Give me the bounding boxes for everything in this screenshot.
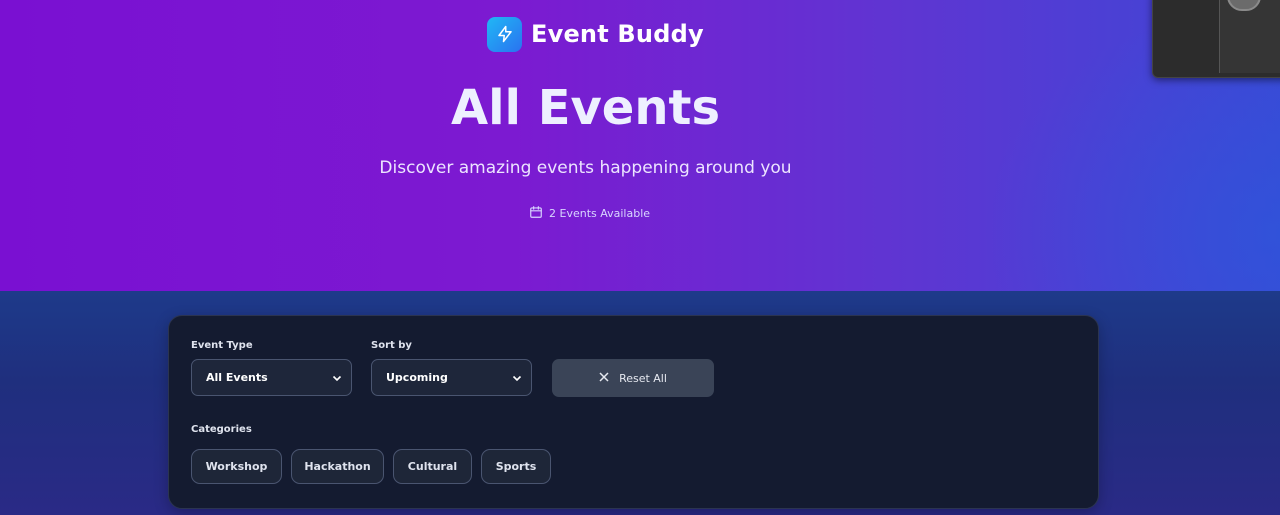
sort-by-select[interactable]: Upcoming xyxy=(371,359,532,396)
category-chip-hackathon[interactable]: Hackathon xyxy=(291,449,384,484)
events-count-text: 2 Events Available xyxy=(549,207,651,220)
reset-all-button[interactable]: Reset All xyxy=(552,359,714,397)
event-type-value: All Events xyxy=(206,371,268,384)
category-chip-workshop[interactable]: Workshop xyxy=(191,449,282,484)
calendar-icon xyxy=(529,205,543,222)
filter-panel: Event Type All Events Sort by Upcoming R… xyxy=(168,315,1099,509)
category-chip-cultural[interactable]: Cultural xyxy=(393,449,472,484)
video-overlay-window[interactable] xyxy=(1152,0,1280,78)
category-chip-sports[interactable]: Sports xyxy=(481,449,551,484)
lightning-icon xyxy=(487,16,522,52)
categories-label: Categories xyxy=(191,424,252,435)
event-type-label: Event Type xyxy=(191,340,253,351)
chevron-down-icon xyxy=(512,373,522,386)
brand-name: Event Buddy xyxy=(531,20,704,48)
page-title: All Events xyxy=(450,80,721,136)
events-count: 2 Events Available xyxy=(529,205,650,222)
chevron-down-icon xyxy=(332,373,342,386)
reset-all-label: Reset All xyxy=(619,371,667,385)
brand[interactable]: Event Buddy xyxy=(487,16,704,52)
sort-by-label: Sort by xyxy=(371,340,412,351)
video-overlay-pane xyxy=(1219,0,1280,73)
event-type-select[interactable]: All Events xyxy=(191,359,352,396)
sort-by-value: Upcoming xyxy=(386,371,448,384)
page-subtitle: Discover amazing events happening around… xyxy=(379,158,792,178)
close-icon xyxy=(599,371,609,385)
